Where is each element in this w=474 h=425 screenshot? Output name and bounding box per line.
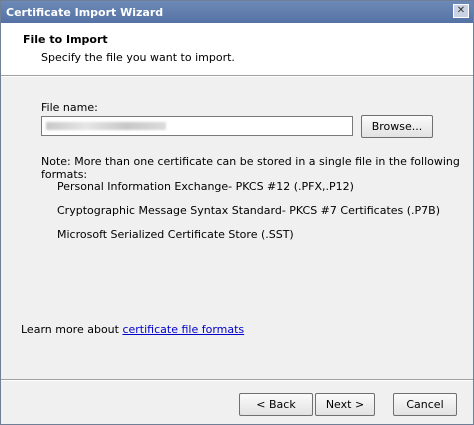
file-name-label: File name: [41, 101, 98, 114]
header-divider [1, 75, 473, 77]
learn-more-prefix: Learn more about [21, 323, 123, 336]
cancel-button[interactable]: Cancel [393, 393, 457, 416]
browse-button[interactable]: Browse... [361, 115, 433, 138]
obscured-file-path [46, 122, 166, 130]
next-button[interactable]: Next > [315, 393, 375, 416]
back-button[interactable]: < Back [239, 393, 313, 416]
file-name-input[interactable] [41, 116, 353, 136]
learn-more-text: Learn more about certificate file format… [21, 323, 244, 336]
page-title: File to Import [23, 33, 108, 46]
page-subtitle: Specify the file you want to import. [41, 51, 235, 64]
format-item-sst: Microsoft Serialized Certificate Store (… [57, 228, 294, 241]
certificate-file-formats-link[interactable]: certificate file formats [122, 323, 244, 336]
window-title: Certificate Import Wizard [6, 6, 164, 19]
format-item-pfx: Personal Information Exchange- PKCS #12 … [57, 180, 354, 193]
note-text: Note: More than one certificate can be s… [41, 155, 460, 181]
footer-divider [1, 379, 473, 381]
close-icon[interactable]: ✕ [453, 4, 469, 18]
certificate-import-wizard-window: Certificate Import Wizard ✕ File to Impo… [0, 0, 474, 425]
title-bar[interactable]: Certificate Import Wizard ✕ [1, 1, 473, 23]
wizard-header: File to Import Specify the file you want… [1, 23, 473, 75]
format-item-p7b: Cryptographic Message Syntax Standard- P… [57, 204, 441, 217]
